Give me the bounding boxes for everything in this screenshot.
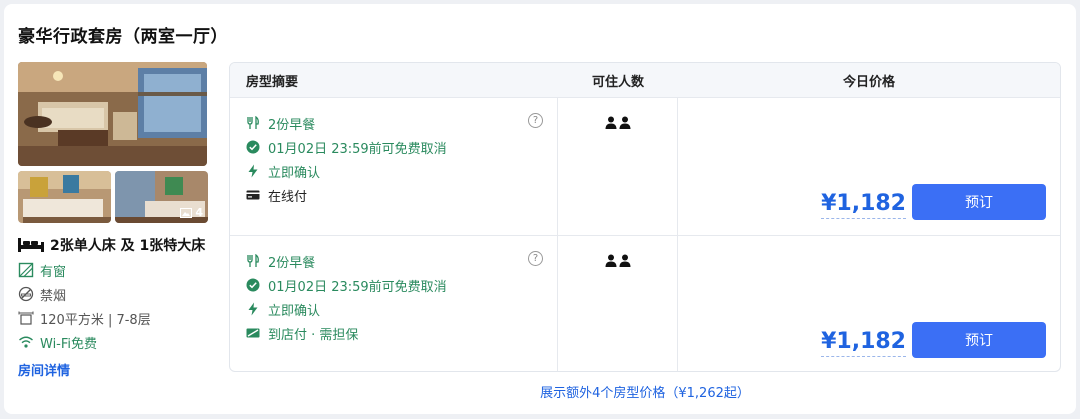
book-button[interactable]: 预订 [912,322,1046,358]
payment-policy: 到店付 · 需担保 [246,321,541,345]
two-guests-icon [605,116,630,129]
feature-wifi: Wi-Fi免费 [18,330,208,354]
breakfast-policy: 2份早餐 [246,249,541,273]
room-title: 豪华行政套房（两室一厅） [18,27,228,47]
two-guests-icon [605,254,630,267]
feature-window: 有窗 [18,258,208,282]
rate-summary-cell: 2份早餐 01月02日 23:59前可免费取消 立即确认 [230,98,558,235]
cancel-policy: 01月02日 23:59前可免费取消 [246,273,541,297]
no-smoking-icon [18,286,34,302]
bed-info: 2张单人床 及 1张特大床 [18,235,208,258]
confirm-label: 立即确认 [268,165,321,181]
rate-row: 2份早餐 01月02日 23:59前可免费取消 立即确认 [230,97,1060,235]
price-cell: ¥1,182 预订 [678,98,1060,235]
pay-at-hotel-icon [246,328,260,338]
help-icon[interactable]: ? [528,251,543,266]
cancel-label: 01月02日 23:59前可免费取消 [268,279,447,295]
feature-area: 120平方米 | 7-8层 [18,306,208,330]
feature-label: 禁烟 [40,288,67,304]
header-occupancy: 可住人数 [591,74,644,90]
confirm-label: 立即确认 [268,303,321,319]
help-icon[interactable]: ? [528,113,543,128]
check-circle-icon [246,140,260,154]
more-rates-link[interactable]: 展示额外4个房型价格（¥1,262起） [229,382,1061,401]
breakfast-policy: 2份早餐 [246,111,541,135]
payment-policy: 在线付 [246,183,541,207]
card-icon [246,190,260,200]
room-photo-thumb[interactable] [18,171,111,223]
gallery-icon [180,207,193,218]
wifi-icon [19,336,33,348]
feature-smoking: 禁烟 [18,282,208,306]
cutlery-icon [247,116,259,129]
rates-table: 房型摘要 可住人数 今日价格 2份早餐 01月02日 23:59前可免费取消 立… [229,62,1061,372]
lightning-icon [248,302,258,316]
feature-label: 有窗 [40,264,67,280]
price-value[interactable]: ¥1,182 [821,328,906,357]
header-summary: 房型摘要 [246,74,299,90]
room-card: 豪华行政套房（两室一厅） 4 2张单人床 及 1张特大床 有窗 禁烟 120平方… [4,4,1076,414]
room-photo-thumb[interactable]: 4 [115,171,208,223]
room-details-link[interactable]: 房间详情 [18,360,208,379]
breakfast-label: 2份早餐 [268,255,316,271]
cancel-label: 01月02日 23:59前可免费取消 [268,141,447,157]
confirm-policy: 立即确认 [246,159,541,183]
bed-icon [18,238,44,252]
book-button[interactable]: 预订 [912,184,1046,220]
rate-summary-cell: 2份早餐 01月02日 23:59前可免费取消 立即确认 [230,236,558,371]
occupancy-cell [558,98,678,235]
photo-count: 4 [195,206,203,219]
price-value[interactable]: ¥1,182 [821,190,906,219]
confirm-policy: 立即确认 [246,297,541,321]
window-icon [18,262,34,278]
room-photo-main[interactable] [18,62,207,166]
room-info-column: 4 2张单人床 及 1张特大床 有窗 禁烟 120平方米 | 7-8层 Wi-F… [18,62,208,379]
cutlery-icon [247,254,259,267]
photo-count-badge[interactable]: 4 [180,206,203,219]
area-icon [18,311,34,325]
feature-label: 120平方米 | 7-8层 [40,312,151,328]
payment-label: 在线付 [268,189,308,205]
bed-label: 2张单人床 及 1张特大床 [50,238,206,254]
breakfast-label: 2份早餐 [268,117,316,133]
rate-row: 2份早餐 01月02日 23:59前可免费取消 立即确认 [230,235,1060,371]
feature-label: Wi-Fi免费 [40,336,98,352]
occupancy-cell [558,236,678,371]
check-circle-icon [246,278,260,292]
cancel-policy: 01月02日 23:59前可免费取消 [246,135,541,159]
payment-label: 到店付 · 需担保 [268,327,359,343]
header-price: 今日价格 [842,74,895,90]
lightning-icon [248,164,258,178]
price-cell: ¥1,182 预订 [678,236,1060,371]
rates-table-header: 房型摘要 可住人数 今日价格 [230,63,1060,97]
